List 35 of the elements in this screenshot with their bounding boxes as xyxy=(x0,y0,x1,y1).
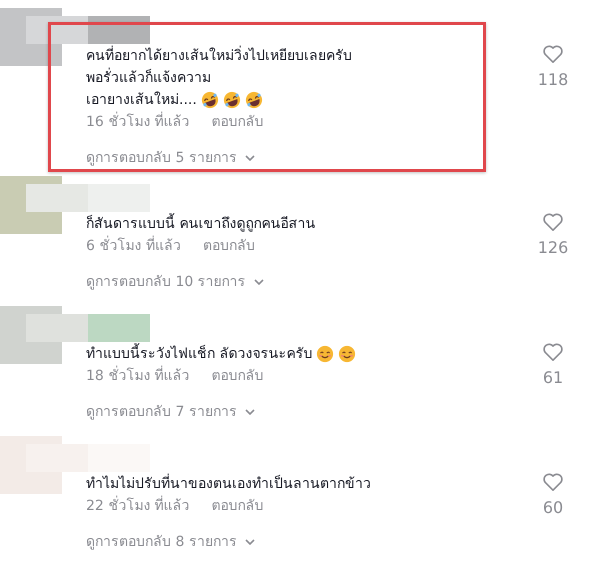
reply-link[interactable]: ตอบกลับ xyxy=(212,365,264,387)
like-count: 60 xyxy=(542,498,564,517)
reply-link[interactable]: ตอบกลับ xyxy=(202,235,255,257)
timestamp: 16 ชั่วโมง ที่แล้ว xyxy=(86,111,190,133)
heart-icon[interactable] xyxy=(542,472,564,492)
comment-text: ก็สันดารแบบนี้ คนเขาถึงดูถูกคนอีสาน xyxy=(86,213,316,235)
chevron-down-icon[interactable] xyxy=(244,409,255,415)
chevron-down-icon[interactable] xyxy=(254,279,264,285)
comment-text: คนที่อยากได้ยางเส้นใหม่วิ่งไปเหยียบเลยครับ xyxy=(86,45,352,67)
laughing-face-icon xyxy=(222,91,241,109)
heart-icon[interactable] xyxy=(542,44,564,64)
smiling-face-icon xyxy=(338,345,356,363)
view-replies-link[interactable]: ดูการตอบกลับ 7 รายการ xyxy=(86,401,237,423)
chevron-down-icon[interactable] xyxy=(244,539,255,545)
timestamp: 22 ชั่วโมง ที่แล้ว xyxy=(86,495,190,517)
view-replies-link[interactable]: ดูการตอบกลับ 5 รายการ xyxy=(86,147,237,169)
heart-icon[interactable] xyxy=(542,212,564,232)
timestamp: 18 ชั่วโมง ที่แล้ว xyxy=(86,365,190,387)
chevron-down-icon[interactable] xyxy=(244,155,255,161)
laughing-face-icon xyxy=(200,91,219,109)
smiling-face-icon xyxy=(316,345,334,363)
like-count: 126 xyxy=(538,238,568,257)
view-replies-link[interactable]: ดูการตอบกลับ 8 รายการ xyxy=(86,531,237,553)
view-replies-link[interactable]: ดูการตอบกลับ 10 รายการ xyxy=(86,271,246,293)
comment-text: ทำไมไม่ปรับที่นาของตนเองทำเป็นลานตากข้าว xyxy=(86,473,371,495)
heart-icon[interactable] xyxy=(542,342,564,362)
reply-link[interactable]: ตอบกลับ xyxy=(212,495,264,517)
comment-text: ทำแบบนี้ระวังไฟแช็ก ลัดวงจรนะครับ xyxy=(86,343,312,365)
comment-text: พอรั่วแล้วก็แจ้งความ xyxy=(86,67,211,89)
timestamp: 6 ชั่วโมง ที่แล้ว xyxy=(86,235,181,257)
comment-text: เอายางเส้นใหม่.... xyxy=(86,90,197,110)
like-count: 61 xyxy=(542,368,564,387)
laughing-face-icon xyxy=(244,91,263,109)
reply-link[interactable]: ตอบกลับ xyxy=(212,111,264,133)
like-count: 118 xyxy=(538,70,568,89)
